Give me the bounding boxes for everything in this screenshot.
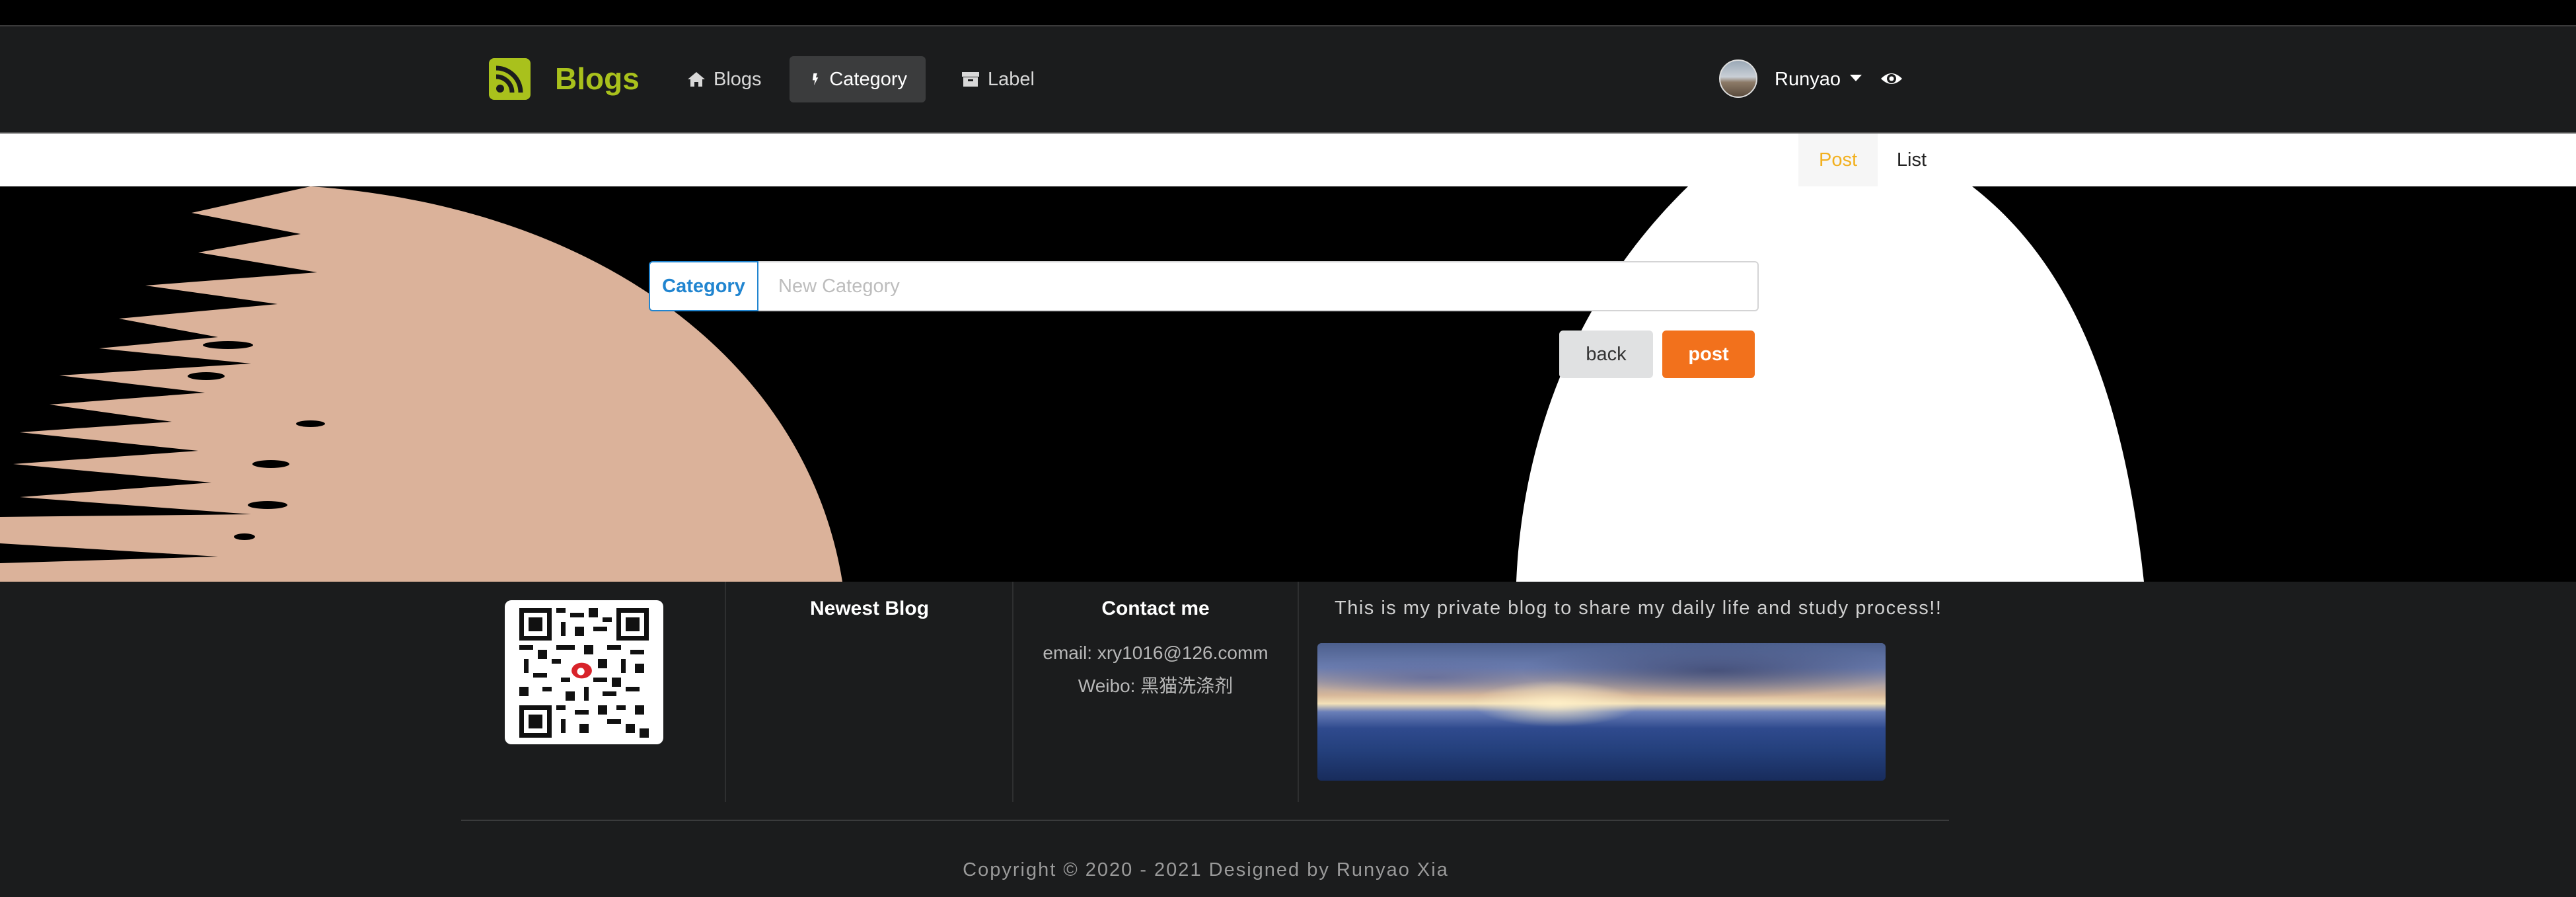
footer-divider: [725, 582, 726, 802]
qr-code-icon: [519, 608, 649, 738]
post-button[interactable]: post: [1662, 331, 1755, 378]
contact-email: email: xry1016@126.comm: [1043, 643, 1269, 663]
contact-weibo: Weibo: 黑猫洗涤剂: [1078, 676, 1233, 696]
rss-logo-icon[interactable]: [489, 58, 531, 100]
hero-illustration: [0, 186, 2144, 582]
nav-item-label: Blogs: [714, 69, 762, 90]
top-menu: Blogs Blogs Category Label Runyao: [0, 26, 2576, 134]
nav-item-category[interactable]: Category: [790, 56, 926, 102]
nav-item-blogs[interactable]: Blogs: [667, 56, 780, 102]
hero-background: [0, 186, 2576, 582]
category-label: Category: [649, 261, 758, 311]
archive-icon: [962, 72, 979, 87]
brand-title[interactable]: Blogs: [555, 58, 640, 100]
nav-item-label: Label: [988, 69, 1035, 90]
nav-item-label: Category: [829, 69, 907, 90]
tab-post[interactable]: Post: [1798, 134, 1878, 196]
user-name[interactable]: Runyao: [1775, 63, 1841, 96]
back-button[interactable]: back: [1559, 331, 1653, 378]
nav-item-label-page[interactable]: Label: [941, 56, 1053, 102]
footer: Newest Blog Contact me email: xry1016@12…: [0, 582, 2576, 897]
sea-image: [1317, 643, 1886, 781]
contact-title: Contact me: [1101, 598, 1210, 619]
home-icon: [688, 72, 705, 87]
top-strip: [0, 0, 2576, 27]
chevron-down-icon[interactable]: [1850, 75, 1862, 81]
tab-bar: Post List: [0, 134, 2576, 196]
bolt-icon: [812, 73, 819, 86]
qr-code: [505, 600, 663, 744]
newest-blog-title: Newest Blog: [809, 598, 930, 619]
footer-intro: This is my private blog to share my dail…: [1335, 598, 1942, 619]
copyright: Copyright © 2020 - 2021 Designed by Runy…: [963, 859, 1449, 880]
footer-divider: [461, 820, 1949, 821]
category-form: Category: [649, 261, 1759, 311]
avatar[interactable]: [1719, 59, 1757, 98]
category-input[interactable]: [758, 261, 1759, 311]
eye-icon[interactable]: [1880, 68, 1903, 89]
footer-divider: [1298, 582, 1299, 802]
tab-list[interactable]: List: [1880, 134, 1943, 186]
